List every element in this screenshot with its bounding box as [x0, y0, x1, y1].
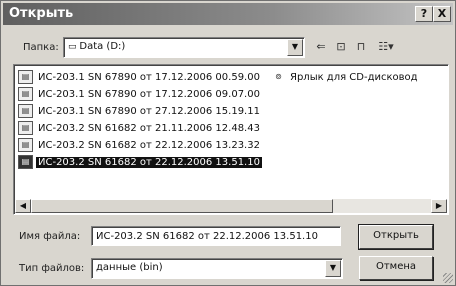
dialog-title: Открыть	[9, 6, 74, 21]
scroll-thumb[interactable]	[31, 199, 333, 213]
file-list[interactable]: ▤ ИС-203.1 SN 67890 от 17.12.2006 00.59.…	[13, 64, 449, 215]
filetype-label: Тип файлов:	[19, 263, 85, 274]
file-icon: ▤	[18, 138, 33, 152]
chevron-down-icon[interactable]: ▼	[287, 39, 303, 56]
filetype-select[interactable]: данные (bin) ▼	[91, 258, 343, 279]
folder-name: Data (D:)	[79, 41, 126, 52]
help-button[interactable]: ?	[415, 6, 433, 22]
up-folder-icon[interactable]: ⊡	[333, 39, 349, 55]
cancel-button[interactable]: Отмена	[359, 256, 433, 280]
back-icon[interactable]: ⇐	[313, 39, 329, 55]
file-name: ИС-203.1 SN 67890 от 17.12.2006 00.59.00	[38, 71, 260, 83]
file-item[interactable]: ▤ ИС-203.1 SN 67890 от 17.12.2006 00.59.…	[18, 69, 262, 85]
new-folder-icon[interactable]: ⊓	[353, 39, 369, 55]
file-item-selected[interactable]: ▤ ИС-203.2 SN 61682 от 22.12.2006 13.51.…	[18, 154, 262, 170]
folder-label: Папка:	[23, 42, 59, 53]
file-name: ИС-203.2 SN 61682 от 22.12.2006 13.51.10	[36, 156, 262, 168]
shortcut-item[interactable]: ⊚ Ярлык для CD-дисковод	[272, 69, 420, 85]
horizontal-scrollbar[interactable]: ◀ ▶	[15, 199, 447, 213]
open-dialog: Открыть ? X Папка: ▭ Data (D:) ▼ ⇐ ⊡ ⊓ ☷…	[0, 0, 456, 286]
file-icon: ▤	[18, 155, 33, 169]
file-name: ИС-203.2 SN 61682 от 22.12.2006 13.23.32	[38, 139, 260, 151]
file-name: ИС-203.2 SN 61682 от 21.11.2006 12.48.43	[38, 122, 260, 134]
file-icon: ▤	[18, 87, 33, 101]
resize-grip-icon[interactable]	[443, 273, 453, 283]
cd-drive-shortcut-icon: ⊚	[275, 72, 282, 81]
file-item[interactable]: ▤ ИС-203.1 SN 67890 от 27.12.2006 15.19.…	[18, 103, 262, 119]
file-item[interactable]: ▤ ИС-203.1 SN 67890 от 17.12.2006 09.07.…	[18, 86, 262, 102]
folder-combo[interactable]: ▭ Data (D:) ▼	[63, 37, 305, 58]
filename-input[interactable]	[91, 226, 341, 246]
file-item[interactable]: ▤ ИС-203.2 SN 61682 от 22.12.2006 13.23.…	[18, 137, 262, 153]
filetype-value: данные (bin)	[96, 262, 163, 273]
scroll-right-icon[interactable]: ▶	[431, 199, 447, 213]
file-name: ИС-203.1 SN 67890 от 17.12.2006 09.07.00	[38, 88, 260, 100]
file-item[interactable]: ▤ ИС-203.2 SN 61682 от 21.11.2006 12.48.…	[18, 120, 262, 136]
scroll-left-icon[interactable]: ◀	[15, 199, 31, 213]
file-icon: ▤	[18, 70, 33, 84]
chevron-down-icon[interactable]: ▼	[325, 260, 341, 277]
open-button[interactable]: Открыть	[358, 224, 434, 250]
view-menu-icon[interactable]: ☷▾	[373, 39, 399, 55]
filename-label: Имя файла:	[19, 231, 81, 242]
file-name: ИС-203.1 SN 67890 от 27.12.2006 15.19.11	[38, 105, 260, 117]
folder-value: ▭ Data (D:)	[68, 41, 125, 52]
shortcut-name: Ярлык для CD-дисковод	[290, 71, 418, 83]
title-bar[interactable]: Открыть ? X	[3, 3, 453, 25]
drive-icon: ▭	[68, 42, 80, 52]
close-button[interactable]: X	[433, 6, 451, 22]
file-icon: ▤	[18, 104, 33, 118]
file-icon: ▤	[18, 121, 33, 135]
